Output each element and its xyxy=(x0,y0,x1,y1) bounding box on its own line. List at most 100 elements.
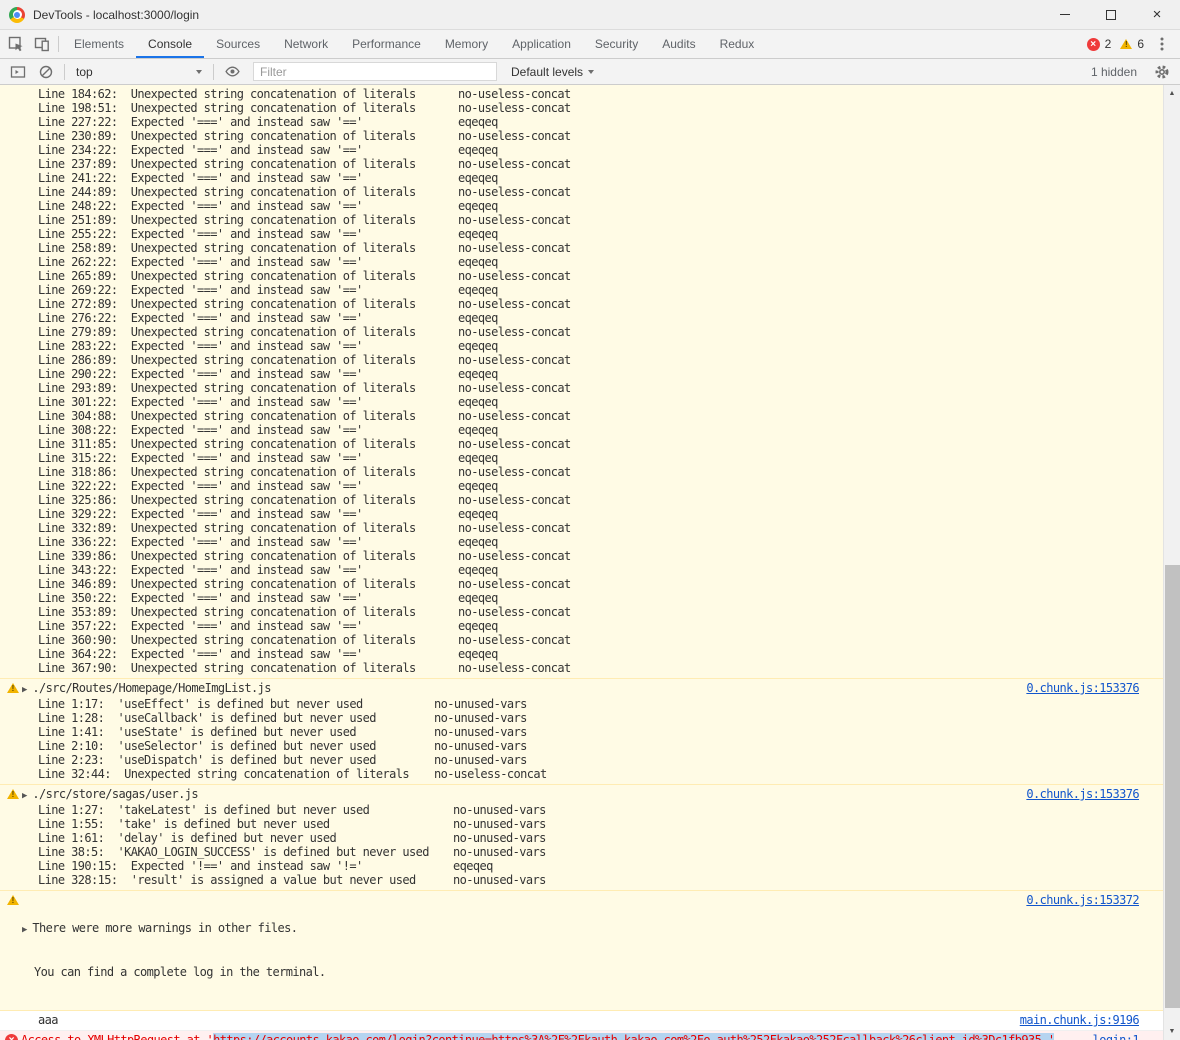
console-sidebar-icon xyxy=(10,65,26,78)
lint-warning-line: Line 339:86: Unexpected string concatena… xyxy=(8,549,1139,563)
minimize-icon xyxy=(1060,14,1070,15)
window-title: DevTools - localhost:3000/login xyxy=(33,7,200,22)
console-warning-entry[interactable]: 0.chunk.js:153372 ▶ There were more warni… xyxy=(0,891,1163,1011)
lint-message: Line 332:89: Unexpected string concatena… xyxy=(38,521,416,535)
maximize-button[interactable] xyxy=(1088,0,1134,29)
expand-arrow-icon[interactable]: ▶ xyxy=(22,925,27,935)
tab-audits[interactable]: Audits xyxy=(650,30,707,58)
lint-warning-line: Line 332:89: Unexpected string concatena… xyxy=(8,521,1139,535)
error-icon: × xyxy=(5,1034,18,1040)
tab-network[interactable]: Network xyxy=(272,30,340,58)
console-warning-entry[interactable]: Line 184:62: Unexpected string concatena… xyxy=(0,85,1163,679)
panel-tabs: Elements Console Sources Network Performance… xyxy=(62,30,766,58)
error-count[interactable]: 2 xyxy=(1105,37,1112,51)
lint-rule: no-useless-concat xyxy=(458,521,571,535)
lint-warning-line: Line 184:62: Unexpected string concatena… xyxy=(8,87,1139,101)
lint-message: Line 325:86: Unexpected string concatena… xyxy=(38,493,416,507)
scroll-down-button[interactable]: ▼ xyxy=(1164,1023,1180,1040)
lint-message: Line 346:89: Unexpected string concatena… xyxy=(38,577,416,591)
lint-message: Line 301:22: Expected '===' and instead … xyxy=(38,395,363,409)
error-url-link[interactable]: https://accounts.kakao.com/login?continu… xyxy=(213,1033,1048,1040)
device-toolbar-button[interactable] xyxy=(29,32,55,56)
console-scrollbar[interactable]: ▲ ▼ xyxy=(1163,85,1180,1040)
close-button[interactable]: × xyxy=(1134,0,1180,29)
lint-rule: no-useless-concat xyxy=(458,353,571,367)
devtools-app-icon xyxy=(9,6,25,23)
tab-elements[interactable]: Elements xyxy=(62,30,136,58)
kebab-menu-button[interactable] xyxy=(1149,32,1175,56)
scrollbar-thumb[interactable] xyxy=(1165,565,1180,1008)
scroll-up-button[interactable]: ▲ xyxy=(1164,85,1180,102)
tab-sources[interactable]: Sources xyxy=(204,30,272,58)
warning-group-header[interactable]: ▶ ./src/store/sagas/user.js xyxy=(8,787,1139,803)
inspect-element-button[interactable] xyxy=(3,32,29,56)
lint-warning-line: Line 1:28: 'useCallback' is defined but … xyxy=(8,711,1139,725)
lint-message: Line 230:89: Unexpected string concatena… xyxy=(38,129,416,143)
filter-input[interactable] xyxy=(253,62,497,81)
lint-message: Line 283:22: Expected '===' and instead … xyxy=(38,339,363,353)
tab-application[interactable]: Application xyxy=(500,30,583,58)
log-levels-value: Default levels xyxy=(511,64,584,79)
source-link[interactable]: 0.chunk.js:153376 xyxy=(1026,787,1139,801)
lint-rule: no-useless-concat xyxy=(458,605,571,619)
lint-rule: no-useless-concat xyxy=(458,437,571,451)
lint-message: Line 1:41: 'useState' is defined but nev… xyxy=(38,725,357,739)
warning-count[interactable]: 6 xyxy=(1137,37,1144,51)
lint-message: Line 184:62: Unexpected string concatena… xyxy=(38,87,416,101)
lint-warning-line: Line 1:17: 'useEffect' is defined but ne… xyxy=(8,697,1139,711)
tab-redux[interactable]: Redux xyxy=(708,30,767,58)
lint-rule: eqeqeq xyxy=(458,619,498,633)
lint-rule: no-useless-concat xyxy=(458,157,571,171)
cors-error-message: Access to XMLHttpRequest at 'https://acc… xyxy=(21,1033,1107,1040)
maximize-icon xyxy=(1106,9,1116,20)
chevron-down-icon xyxy=(196,69,202,74)
tab-console[interactable]: Console xyxy=(136,30,204,58)
log-text: aaa xyxy=(38,1013,58,1027)
source-link[interactable]: 0.chunk.js:153372 xyxy=(1026,893,1139,907)
lint-message: Line 262:22: Expected '===' and instead … xyxy=(38,255,363,269)
lint-warning-line: Line 258:89: Unexpected string concatena… xyxy=(8,241,1139,255)
tab-performance[interactable]: Performance xyxy=(340,30,433,58)
lint-warning-line: Line 353:89: Unexpected string concatena… xyxy=(8,605,1139,619)
console-error-entry[interactable]: login:1 × Access to XMLHttpRequest at 'h… xyxy=(0,1031,1163,1040)
expand-arrow-icon[interactable]: ▶ xyxy=(22,791,27,801)
expand-arrow-icon[interactable]: ▶ xyxy=(22,685,27,695)
console-warning-entry[interactable]: 0.chunk.js:153376 ▶ ./src/store/sagas/user… xyxy=(0,785,1163,891)
lint-message: Line 315:22: Expected '===' and instead … xyxy=(38,451,363,465)
tab-security[interactable]: Security xyxy=(583,30,650,58)
lint-warning-line: Line 269:22: Expected '===' and instead … xyxy=(8,283,1139,297)
lint-warning-line: Line 301:22: Expected '===' and instead … xyxy=(8,395,1139,409)
lint-rule: no-unused-vars xyxy=(434,739,527,753)
tab-memory[interactable]: Memory xyxy=(433,30,500,58)
log-levels-dropdown[interactable]: Default levels xyxy=(505,65,600,79)
lint-warning-line: Line 315:22: Expected '===' and instead … xyxy=(8,451,1139,465)
warning-badge-icon[interactable] xyxy=(1120,39,1133,50)
warning-group-header[interactable]: ▶ ./src/Routes/Homepage/HomeImgList.js xyxy=(8,681,1139,697)
console-panel: Line 184:62: Unexpected string concatena… xyxy=(0,85,1180,1040)
error-badge-icon[interactable]: × xyxy=(1086,37,1100,51)
lint-rule: eqeqeq xyxy=(458,423,498,437)
console-log-entry[interactable]: main.chunk.js:9196 aaa xyxy=(0,1011,1163,1031)
lint-rule: no-useless-concat xyxy=(458,465,571,479)
lint-message: Line 279:89: Unexpected string concatena… xyxy=(38,325,416,339)
minimize-button[interactable] xyxy=(1042,0,1088,29)
clear-console-button[interactable] xyxy=(33,60,59,84)
console-sidebar-button[interactable] xyxy=(5,60,31,84)
settings-button[interactable] xyxy=(1149,60,1175,84)
lint-message: Line 339:86: Unexpected string concatena… xyxy=(38,549,416,563)
lint-message: Line 248:22: Expected '===' and instead … xyxy=(38,199,363,213)
source-link[interactable]: login:1 xyxy=(1093,1033,1140,1040)
context-selector[interactable]: top xyxy=(70,65,208,79)
live-expression-button[interactable] xyxy=(219,60,245,84)
warning-icon xyxy=(7,789,19,800)
source-link[interactable]: 0.chunk.js:153376 xyxy=(1026,681,1139,695)
source-link[interactable]: main.chunk.js:9196 xyxy=(1020,1013,1140,1027)
lint-message: Line 269:22: Expected '===' and instead … xyxy=(38,283,363,297)
lint-warning-line: Line 32:44: Unexpected string concatenat… xyxy=(8,767,1139,781)
lint-warning-line: Line 329:22: Expected '===' and instead … xyxy=(8,507,1139,521)
lint-message: Line 258:89: Unexpected string concatena… xyxy=(38,241,416,255)
file-path: ./src/store/sagas/user.js xyxy=(32,787,199,801)
lint-rule: no-useless-concat xyxy=(458,633,571,647)
lint-rule: no-useless-concat xyxy=(458,297,571,311)
console-warning-entry[interactable]: 0.chunk.js:153376 ▶ ./src/Routes/Homepage/… xyxy=(0,679,1163,785)
